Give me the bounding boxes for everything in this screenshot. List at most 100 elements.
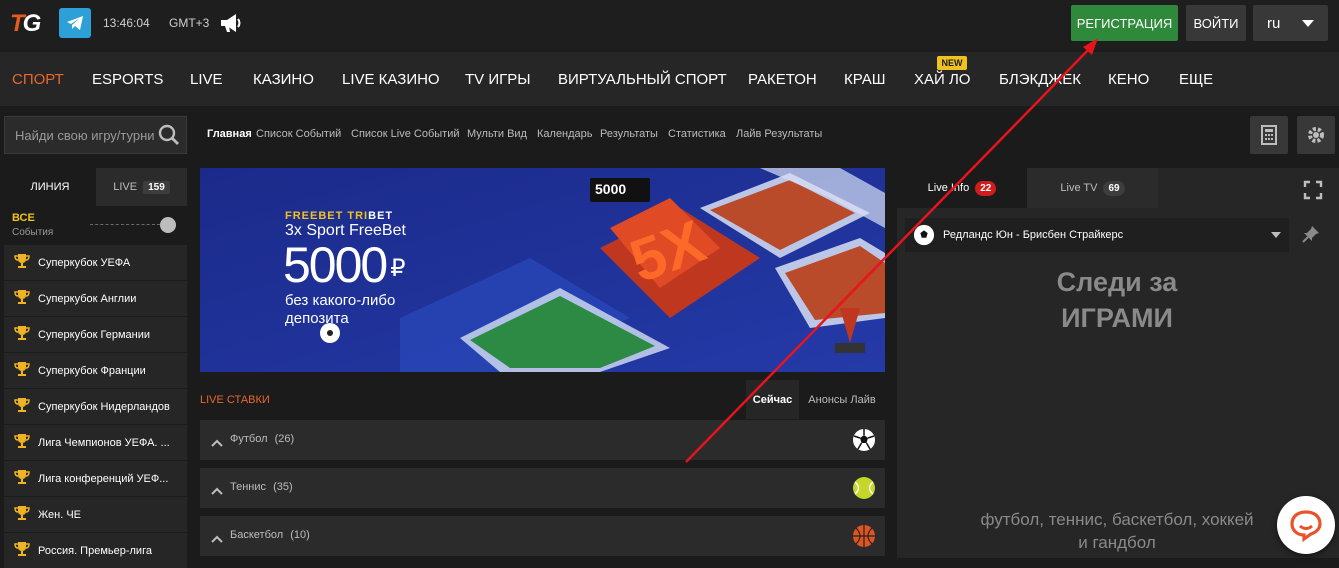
sidebar-item-germany-supercup[interactable]: Суперкубок Германии [4, 317, 187, 352]
sport-label: Баскетбол [230, 529, 284, 541]
nav-sport[interactable]: СПОРТ [12, 71, 64, 88]
sidebar-item-conference-league[interactable]: Лига конференций УЕФ... [4, 461, 187, 496]
trophy-icon [14, 289, 30, 308]
search-input[interactable] [5, 117, 155, 153]
chat-icon [1290, 510, 1322, 542]
logo[interactable]: TG [10, 10, 41, 38]
sidebar-item-label: Россия. Премьер-лига [38, 544, 152, 557]
megaphone-icon[interactable] [219, 12, 243, 39]
tab-now[interactable]: Сейчас [746, 380, 799, 419]
sport-count: (10) [290, 529, 310, 541]
match-name: Редландс Юн - Брисбен Страйкерс [943, 229, 1124, 241]
sport-row-football[interactable]: Футбол (26) [200, 420, 885, 460]
subnav-results[interactable]: Результаты [600, 128, 658, 140]
promo-heading-line1: Следи за [1056, 267, 1178, 297]
calculator-icon [1261, 125, 1277, 145]
sidebar-item-france-supercup[interactable]: Суперкубок Франции [4, 353, 187, 388]
tab-live[interactable]: LIVE 159 [96, 168, 187, 206]
nav-tv-games[interactable]: TV ИГРЫ [465, 71, 531, 88]
sidebar-tabs: ЛИНИЯ LIVE 159 [4, 168, 187, 206]
all-events-toggle[interactable]: ВСЕ События [4, 206, 187, 244]
sidebar-item-label: Суперкубок Германии [38, 328, 150, 341]
sidebar-item-champions-league[interactable]: Лига Чемпионов УЕФА. ... [4, 425, 187, 460]
sport-label: Футбол [230, 433, 268, 445]
sidebar-item-label: Суперкубок Франции [38, 364, 146, 377]
language-value: ru [1267, 14, 1281, 32]
telegram-icon[interactable] [59, 8, 91, 38]
login-button[interactable]: ВОЙТИ [1186, 5, 1246, 41]
new-badge: NEW [937, 56, 967, 70]
sport-row-basketball[interactable]: Баскетбол (10) [200, 516, 885, 556]
language-select[interactable]: ru [1253, 5, 1328, 41]
subnav-home[interactable]: Главная [207, 128, 252, 140]
nav-raketon[interactable]: РАКЕТОН [748, 71, 817, 88]
live-info-count: 22 [975, 180, 997, 196]
sport-name: Баскетбол (10) [230, 529, 310, 541]
promo-banner[interactable]: 5X FREEBET TRIBET 3x Sport FreeBet 5000 ₽… [200, 168, 885, 372]
subnav-multiview[interactable]: Мульти Вид [467, 128, 527, 140]
nav-live[interactable]: LIVE [190, 71, 223, 88]
tab-live-info[interactable]: Live Info 22 [897, 168, 1027, 208]
register-button[interactable]: РЕГИСТРАЦИЯ [1071, 5, 1178, 41]
tab-line[interactable]: ЛИНИЯ [4, 168, 96, 206]
all-subtitle: События [12, 227, 54, 238]
sport-count: (35) [273, 481, 293, 493]
tab-live-tv[interactable]: Live TV 69 [1027, 168, 1158, 208]
top-bar: TG 13:46:04 GMT+3 РЕГИСТРАЦИЯ ВОЙТИ ru [0, 0, 1339, 50]
subnav-statistics[interactable]: Статистика [668, 128, 726, 140]
live-info-panel: Live Info 22 Live TV 69 Редландс Юн - Бр… [897, 168, 1339, 558]
sidebar-item-label: Лига конференций УЕФ... [38, 472, 169, 485]
trophy-icon [14, 541, 30, 560]
search-icon[interactable] [158, 124, 180, 151]
sports-list-text: футбол, теннис, баскетбол, хоккей и ганд… [957, 508, 1277, 554]
banner-brand-tri: FREEBET TRI [285, 210, 369, 222]
toggle-knob[interactable] [160, 217, 176, 233]
subnav-events[interactable]: Список Событий [256, 128, 341, 140]
fullscreen-icon[interactable] [1303, 180, 1323, 205]
sidebar-item-label: Суперкубок УЕФА [38, 256, 131, 269]
left-sidebar: ЛИНИЯ LIVE 159 ВСЕ События Суперкубок УЕ… [4, 168, 187, 568]
tab-live-info-label: Live Info [927, 182, 970, 194]
all-title: ВСЕ [12, 212, 35, 224]
banner-amount-value: 5000 [283, 237, 388, 293]
trophy-icon [14, 433, 30, 452]
settings-button[interactable] [1297, 116, 1335, 154]
chevron-up-icon [211, 482, 223, 500]
chat-button[interactable] [1277, 496, 1335, 554]
nav-more[interactable]: ЕЩЕ [1179, 71, 1213, 88]
sport-row-tennis[interactable]: Теннис (35) [200, 468, 885, 508]
sport-name: Футбол (26) [230, 433, 294, 445]
search-box [4, 116, 187, 154]
sidebar-item-label: Суперкубок Англии [38, 292, 137, 305]
sidebar-item-women-euro[interactable]: Жен. ЧЕ [4, 497, 187, 532]
banner-line2: депозита [285, 310, 349, 327]
nav-blackjack[interactable]: БЛЭКДЖЕК [999, 71, 1081, 88]
sidebar-item-england-supercup[interactable]: Суперкубок Англии [4, 281, 187, 316]
match-select[interactable]: Редландс Юн - Брисбен Страйкерс [905, 218, 1289, 252]
live-count-badge: 159 [143, 180, 170, 194]
nav-casino[interactable]: КАЗИНО [253, 71, 314, 88]
nav-live-casino[interactable]: LIVE КАЗИНО [342, 71, 440, 88]
football-icon [852, 428, 876, 457]
sidebar-item-uefa-supercup[interactable]: Суперкубок УЕФА [4, 245, 187, 280]
pin-icon[interactable] [1301, 224, 1321, 249]
sports-line1: футбол, теннис, баскетбол, хоккей [980, 510, 1254, 529]
sports-line2: и гандбол [1078, 533, 1156, 552]
main-nav: СПОРТ ESPORTS LIVE КАЗИНО LIVE КАЗИНО TV… [0, 52, 1339, 106]
banner-amount: 5000 ₽ [283, 236, 406, 294]
nav-esports[interactable]: ESPORTS [92, 71, 163, 88]
subnav-live-events[interactable]: Список Live Событий [351, 128, 460, 140]
toggle-track [90, 224, 160, 225]
nav-virtual-sport[interactable]: ВИРТУАЛЬНЫЙ СПОРТ [558, 71, 727, 88]
sidebar-item-netherlands-supercup[interactable]: Суперкубок Нидерландов [4, 389, 187, 424]
nav-keno[interactable]: КЕНО [1108, 71, 1149, 88]
subnav-calendar[interactable]: Календарь [537, 128, 593, 140]
live-tv-count: 69 [1103, 180, 1125, 196]
nav-crash[interactable]: КРАШ [844, 71, 886, 88]
promo-heading: Следи за ИГРАМИ [897, 264, 1337, 336]
nav-hi-lo[interactable]: ХАЙ ЛО [914, 71, 970, 88]
sidebar-item-russia-premier[interactable]: Россия. Премьер-лига [4, 533, 187, 568]
subnav-live-results[interactable]: Лайв Результаты [736, 128, 822, 140]
tab-announcements[interactable]: Анонсы Лайв [799, 380, 885, 419]
calculator-button[interactable] [1250, 116, 1288, 154]
